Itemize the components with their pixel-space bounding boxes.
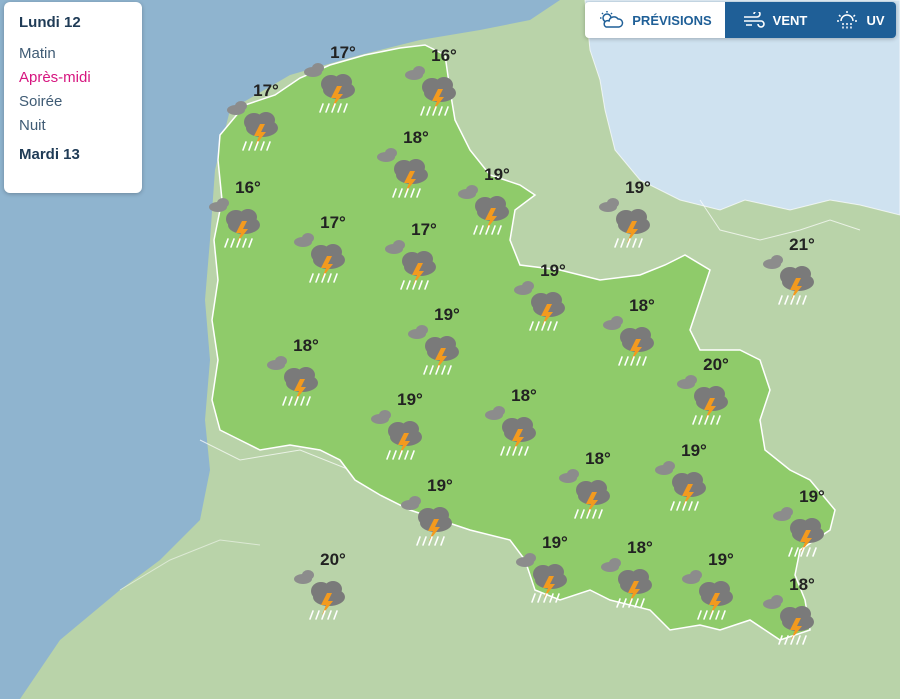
period-morning[interactable]: Matin [19,45,127,62]
day-period-panel: Lundi 12 Matin Après-midi Soirée Nuit Ma… [4,2,142,193]
temperature-label: 19° [434,305,460,324]
tab-uv-label: UV [866,12,885,28]
temperature-label: 18° [403,128,429,147]
tab-uv[interactable]: UV [825,2,896,38]
temperature-label: 18° [293,336,319,355]
temperature-label: 20° [320,550,346,569]
period-night[interactable]: Nuit [19,117,127,134]
temperature-label: 16° [431,46,457,65]
day-label-monday[interactable]: Lundi 12 [19,14,127,31]
temperature-label: 19° [708,550,734,569]
temperature-label: 16° [235,178,261,197]
temperature-label: 20° [703,355,729,374]
temperature-label: 17° [330,43,356,62]
temperature-label: 18° [789,575,815,594]
temperature-label: 19° [484,165,510,184]
temperature-label: 19° [397,390,423,409]
temperature-label: 19° [427,476,453,495]
temperature-label: 17° [320,213,346,232]
temperature-label: 17° [253,81,279,100]
temperature-label: 19° [625,178,651,197]
temperature-label: 18° [627,538,653,557]
temperature-label: 19° [799,487,825,506]
wind-icon [743,12,765,28]
tab-wind-label: VENT [772,12,808,28]
period-afternoon[interactable]: Après-midi [19,69,127,86]
partly-cloudy-icon [600,11,624,28]
temperature-label: 18° [511,386,537,405]
map-layer-tabs: PRÉVISIONS VENT UV [585,2,896,38]
tab-wind[interactable]: VENT [725,2,825,38]
temperature-label: 19° [681,441,707,460]
temperature-label: 17° [411,220,437,239]
temperature-label: 19° [542,533,568,552]
temperature-label: 18° [585,449,611,468]
period-evening[interactable]: Soirée [19,93,127,110]
uv-sun-icon [837,11,858,29]
tab-forecast[interactable]: PRÉVISIONS [585,2,725,38]
day-label-tuesday[interactable]: Mardi 13 [19,146,127,163]
temperature-label: 21° [789,235,815,254]
tab-forecast-label: PRÉVISIONS [632,12,712,28]
temperature-label: 18° [629,296,655,315]
temperature-label: 19° [540,261,566,280]
